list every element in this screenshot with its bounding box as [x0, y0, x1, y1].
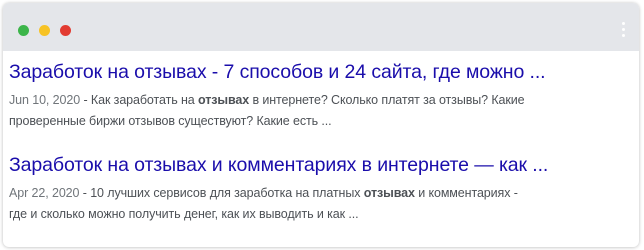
snippet-text: 10 лучших сервисов для заработка на плат…: [90, 186, 364, 200]
browser-window: Заработок на отзывах - 7 способов и 24 с…: [3, 3, 639, 247]
snippet-separator: -: [80, 93, 91, 107]
close-button[interactable]: [60, 25, 71, 36]
result-title-link[interactable]: Заработок на отзывах - 7 способов и 24 с…: [9, 59, 633, 85]
result-snippet: Jun 10, 2020 - Как заработать на отзывах…: [9, 90, 633, 132]
result-title-link[interactable]: Заработок на отзывах и комментариях в ин…: [9, 152, 633, 178]
snippet-text: в интернете? Сколько платят за отзывы? К…: [249, 93, 525, 107]
snippet-text: и комментариях -: [414, 186, 518, 200]
result-date: Jun 10, 2020: [9, 93, 81, 107]
snippet-separator: -: [79, 186, 91, 200]
maximize-button[interactable]: [18, 25, 29, 36]
minimize-button[interactable]: [39, 25, 50, 36]
snippet-keyword: отзывах: [363, 186, 415, 200]
snippet-keyword: отзывах: [198, 93, 250, 107]
search-result: Заработок на отзывах и комментариях в ин…: [9, 152, 633, 225]
snippet-text: проверенные биржи отзывов существуют? Ка…: [9, 114, 332, 128]
kebab-menu-icon[interactable]: [621, 19, 627, 41]
snippet-text: где и сколько можно получить денег, как …: [9, 207, 359, 221]
snippet-text: Как заработать на: [90, 93, 199, 107]
title-bar: [3, 3, 639, 51]
search-result: Заработок на отзывах - 7 способов и 24 с…: [9, 59, 633, 132]
result-date: Apr 22, 2020: [9, 186, 80, 200]
result-snippet: Apr 22, 2020 - 10 лучших сервисов для за…: [9, 183, 633, 225]
